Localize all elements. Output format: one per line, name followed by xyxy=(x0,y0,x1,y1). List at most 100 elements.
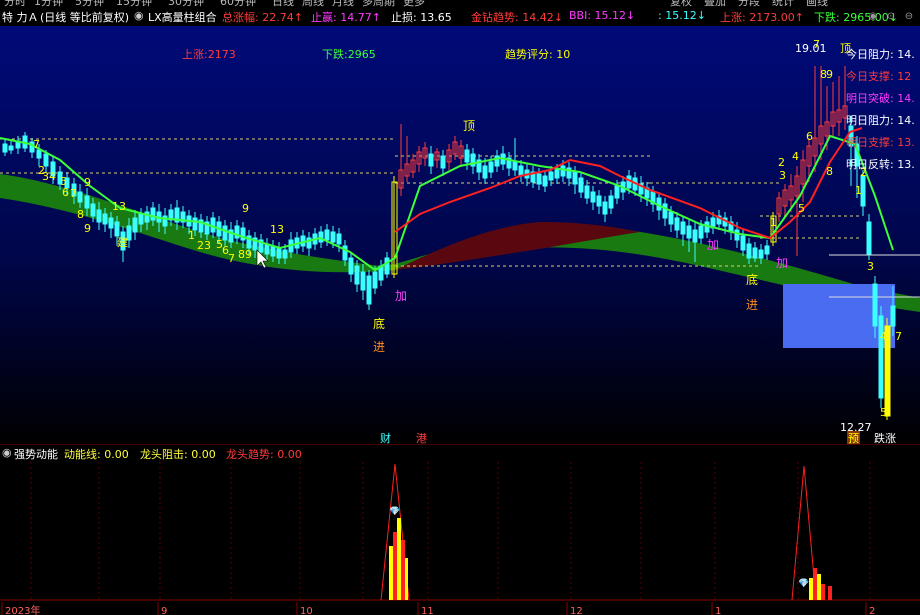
menu-item-7[interactable]: 周线 xyxy=(302,0,324,7)
toolbar-item-1[interactable]: 叠加 xyxy=(704,0,726,7)
stock-name: 特 力Ａ xyxy=(2,11,39,24)
candlestick xyxy=(572,171,578,185)
candlestick xyxy=(890,305,896,327)
header-value-3: 金钻趋势: 14.42↓ xyxy=(471,11,563,24)
td-sequence-number: 9 xyxy=(84,222,91,235)
td-sequence-number: 34 xyxy=(42,170,56,183)
td-sequence-number: 8 xyxy=(77,208,84,221)
entry-signal-marker: 进 xyxy=(373,340,385,354)
candlestick xyxy=(36,149,42,159)
td-sequence-number: 9 xyxy=(242,202,249,215)
candlestick xyxy=(554,169,560,179)
momentum-bar xyxy=(393,532,397,600)
td-sequence-number: 5 xyxy=(880,406,887,419)
add-signal-marker: 加 xyxy=(395,289,407,303)
candlestick xyxy=(150,207,156,221)
td-sequence-number: 9 xyxy=(84,176,91,189)
candlestick xyxy=(428,153,434,167)
candlestick xyxy=(758,249,764,259)
toolbar-item-0[interactable]: 复权 xyxy=(670,0,692,7)
bottom-signal-marker: 底 xyxy=(373,316,385,331)
td-sequence-number: 6 xyxy=(806,130,813,143)
indicator-header: 特 力Ａ (日线 等比前复权) ◉ LX高量柱组合 总涨幅: 22.74↑ 止赢:… xyxy=(0,7,920,26)
add-signal-marker-3: 加 xyxy=(707,238,719,252)
candlestick xyxy=(536,173,542,185)
indicator-toggle-icon[interactable]: ◉ xyxy=(134,9,144,22)
td-sequence-number: 3 xyxy=(867,260,874,273)
x-axis-label: 12 xyxy=(570,606,583,615)
header-value-0: 总涨幅: 22.74↑ xyxy=(222,11,303,24)
candlestick xyxy=(764,245,770,255)
candlestick xyxy=(602,201,608,215)
td-sequence-number: 1 xyxy=(855,184,862,197)
candlestick xyxy=(548,171,554,181)
td-sequence-number: 7 xyxy=(228,252,235,265)
toolbar-item-2[interactable]: 分段 xyxy=(738,0,760,7)
candlestick xyxy=(138,213,144,225)
finance-event-marker: 财 xyxy=(380,431,391,444)
menu-item-0[interactable]: 分时 xyxy=(4,0,26,7)
level-label-0: 今日阻力: 14. xyxy=(846,47,915,61)
sub-value-0: 动能线: 0.00 xyxy=(64,448,129,461)
candlestick xyxy=(698,225,704,239)
bottom-signal-marker-2: 底 xyxy=(746,272,758,287)
menu-item-2[interactable]: 5分钟 xyxy=(75,0,104,7)
sub-toggle-icon[interactable]: ◉ xyxy=(2,446,12,459)
overlay-down-count: 下跌:2965 xyxy=(322,47,376,61)
candlestick xyxy=(878,315,884,399)
add-signal-marker-2: 加 xyxy=(776,256,788,270)
momentum-bar xyxy=(809,578,813,600)
td-sequence-number: 2 xyxy=(197,239,204,252)
toolbar-item-4[interactable]: 画线 xyxy=(806,0,828,7)
toolbar-item-3[interactable]: 统计 xyxy=(772,0,794,7)
indicator-name[interactable]: LX高量柱组合 xyxy=(148,9,217,25)
up-arrow-icon[interactable]: ⊙ xyxy=(884,10,898,24)
candlestick xyxy=(102,213,108,225)
td-sequence-number: 13 xyxy=(270,223,284,236)
main-price-chart[interactable]: 7234 56 7899建1312 3 67 89913532 45678 981234 751… xyxy=(0,26,920,444)
menu-item-8[interactable]: 月线 xyxy=(332,0,354,7)
header-value-4: BBI: 15.12↓ xyxy=(569,9,636,22)
settings-icon[interactable]: ◉ xyxy=(866,10,880,24)
menu-item-4[interactable]: 30分钟 xyxy=(168,0,204,7)
candlestick xyxy=(96,209,102,223)
menu-item-9[interactable]: 多周期 xyxy=(362,0,395,7)
candlestick xyxy=(114,221,120,237)
td-sequence-number: 7 xyxy=(70,187,77,200)
level-label-2: 明日突破: 14. xyxy=(846,91,915,105)
momentum-bar xyxy=(828,586,832,600)
header-value-1: 止赢: 14.77↑ xyxy=(311,11,381,24)
x-axis-label: 9 xyxy=(161,606,167,615)
candlestick xyxy=(542,175,548,187)
td-sequence-number: 4 xyxy=(792,150,799,163)
menu-item-10[interactable]: 更多 xyxy=(403,0,425,7)
menu-item-1[interactable]: 1分钟 xyxy=(34,0,63,7)
x-axis-label: 10 xyxy=(300,606,313,615)
candlestick xyxy=(324,229,330,241)
menu-item-6[interactable]: 日线 xyxy=(272,0,294,7)
momentum-bar xyxy=(389,546,393,600)
sub-indicator-name[interactable]: 强势动能 xyxy=(14,446,58,462)
td-sequence-number: 3 xyxy=(204,239,211,252)
candlestick xyxy=(584,185,590,199)
blue-zone xyxy=(783,284,895,348)
candlestick xyxy=(348,257,354,275)
momentum-bar xyxy=(401,540,405,600)
candlestick xyxy=(692,229,698,243)
diamond-icon: 💎 xyxy=(389,506,400,517)
candlestick xyxy=(464,149,470,163)
menu-item-5[interactable]: 60分钟 xyxy=(220,0,256,7)
hk-event-marker: 港 xyxy=(416,432,427,444)
menu-item-3[interactable]: 15分钟 xyxy=(116,0,152,7)
momentum-sub-chart[interactable]: 💎💎 2023年 9 10 11 12 1 2 xyxy=(0,462,920,615)
candlestick xyxy=(330,231,336,243)
momentum-bar xyxy=(405,558,408,600)
high-price-label: 19.01 xyxy=(795,42,827,55)
level-label-4: 明日支撑: 13. xyxy=(846,135,915,149)
diamond-icon: 💎 xyxy=(798,578,809,589)
momentum-bar xyxy=(821,584,825,600)
candlestick xyxy=(440,155,446,169)
td-sequence-number: 5 xyxy=(798,202,805,215)
minimize-icon[interactable]: ⊖ xyxy=(902,10,916,24)
candlestick xyxy=(740,235,746,251)
